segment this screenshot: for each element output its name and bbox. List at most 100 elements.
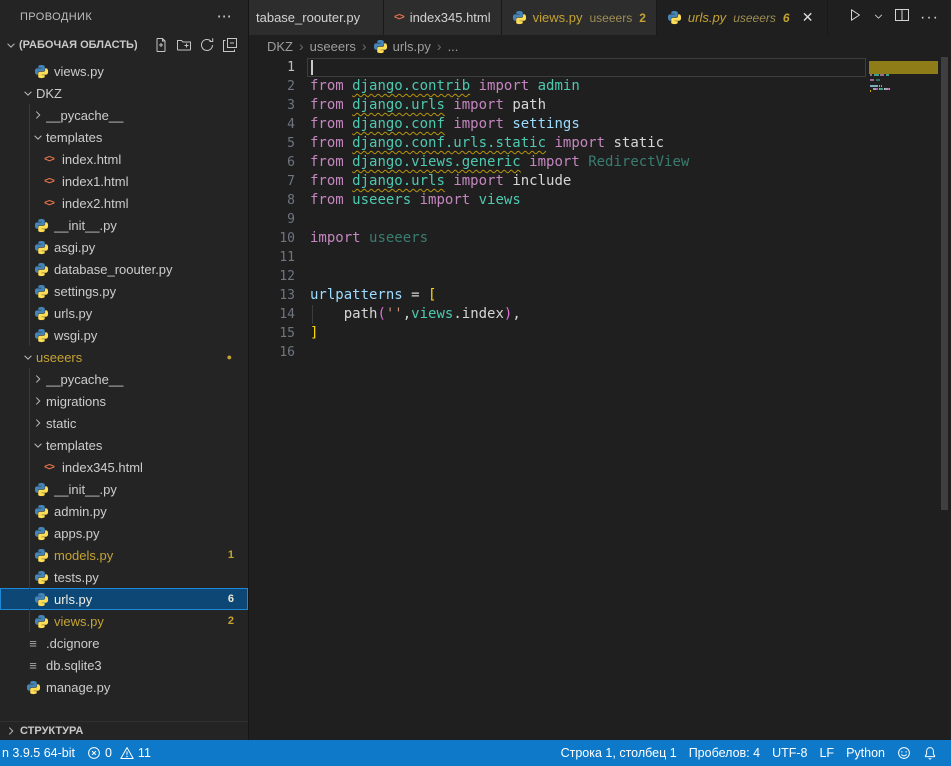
tree-item-migrations[interactable]: migrations	[0, 390, 248, 412]
line-number[interactable]: 11	[249, 248, 295, 267]
tree-item-urls.py[interactable]: urls.py	[0, 302, 248, 324]
line-number[interactable]: 15	[249, 324, 295, 343]
line-number[interactable]: 6	[249, 153, 295, 172]
code-line-10[interactable]: 10import useeers	[249, 229, 951, 248]
code-line-8[interactable]: 8from useeers import views	[249, 191, 951, 210]
line-number[interactable]: 9	[249, 210, 295, 229]
tree-item-db.sqlite3[interactable]: ≡db.sqlite3	[0, 654, 248, 676]
tree-item-index2.html[interactable]: <>index2.html	[0, 192, 248, 214]
status-bar: n 3.9.5 64-bit011 Строка 1, столбец 1Про…	[0, 740, 951, 766]
tab-tabase_roouter.py[interactable]: tabase_roouter.py	[249, 0, 384, 35]
breadcrumb-item-urls.py[interactable]: urls.py	[373, 39, 431, 54]
status-eol[interactable]: LF	[813, 740, 840, 766]
tree-item-useeers[interactable]: useeers●	[0, 346, 248, 368]
line-number[interactable]: 13	[249, 286, 295, 305]
code-line-1[interactable]: 1	[249, 58, 951, 77]
code-line-2[interactable]: 2from django.contrib import admin	[249, 77, 951, 96]
breadcrumb-item-useeers[interactable]: useeers	[310, 39, 356, 54]
tree-item-.dcignore[interactable]: ≡.dcignore	[0, 632, 248, 654]
line-number[interactable]: 5	[249, 134, 295, 153]
tab-index345.html[interactable]: <>index345.html	[384, 0, 502, 35]
code-line-6[interactable]: 6from django.views.generic import Redire…	[249, 153, 951, 172]
tree-item-admin.py[interactable]: admin.py	[0, 500, 248, 522]
tree-item-models.py[interactable]: models.py1	[0, 544, 248, 566]
workspace-section-header[interactable]: (РАБОЧАЯ ОБЛАСТЬ) ...	[0, 34, 248, 56]
tree-item-index.html[interactable]: <>index.html	[0, 148, 248, 170]
tree-item-DKZ[interactable]: DKZ	[0, 82, 248, 104]
chevron-right-icon	[30, 109, 46, 121]
tree-item-templates[interactable]: templates	[0, 434, 248, 456]
tree-item-asgi.py[interactable]: asgi.py	[0, 236, 248, 258]
status-language-mode[interactable]: Python	[840, 740, 891, 766]
tree-item-index345.html[interactable]: <>index345.html	[0, 456, 248, 478]
tree-item-views.py[interactable]: views.py2	[0, 610, 248, 632]
python-interpreter[interactable]: n 3.9.5 64-bit	[0, 740, 81, 766]
html-file-icon: <>	[41, 151, 57, 167]
line-number[interactable]: 2	[249, 77, 295, 96]
tree-indent-guide	[29, 368, 30, 632]
code-line-3[interactable]: 3from django.urls import path	[249, 96, 951, 115]
tree-item-__pycache__[interactable]: __pycache__	[0, 104, 248, 126]
outline-section-header[interactable]: СТРУКТУРА	[0, 721, 248, 740]
minimap[interactable]	[868, 57, 940, 740]
line-number[interactable]: 16	[249, 343, 295, 362]
tree-item-manage.py[interactable]: manage.py	[0, 676, 248, 698]
line-number[interactable]: 3	[249, 96, 295, 115]
code-line-9[interactable]: 9	[249, 210, 951, 229]
code-editor[interactable]: 12from django.contrib import admin3from …	[249, 57, 951, 740]
problems-indicator[interactable]: 011	[81, 740, 157, 766]
new-file-button[interactable]	[153, 37, 169, 53]
notifications-button[interactable]	[917, 740, 943, 766]
breadcrumb-item-...[interactable]: ...	[448, 39, 459, 54]
status-encoding[interactable]: UTF-8	[766, 740, 813, 766]
tree-item-apps.py[interactable]: apps.py	[0, 522, 248, 544]
breadcrumb-item-DKZ[interactable]: DKZ	[267, 39, 293, 54]
tree-item-urls.py[interactable]: urls.py6	[0, 588, 248, 610]
tree-item-views.py[interactable]: views.py	[0, 60, 248, 82]
code-line-15[interactable]: 15]	[249, 324, 951, 343]
line-content: import useeers	[295, 229, 428, 248]
tab-urls.py[interactable]: urls.pyuseeers6✕	[657, 0, 828, 35]
close-icon[interactable]: ✕	[799, 9, 817, 26]
status-cursor-position[interactable]: Строка 1, столбец 1	[555, 740, 683, 766]
line-number[interactable]: 14	[249, 305, 295, 324]
status-indentation[interactable]: Пробелов: 4	[683, 740, 766, 766]
scrollbar-slider[interactable]	[941, 57, 948, 510]
collapse-folders-button[interactable]	[222, 37, 238, 53]
line-content: path('',views.index),	[295, 305, 521, 324]
line-number[interactable]: 1	[249, 58, 295, 77]
line-number[interactable]: 4	[249, 115, 295, 134]
explorer-more-icon[interactable]: ⋯	[217, 12, 232, 22]
code-line-5[interactable]: 5from django.conf.urls.static import sta…	[249, 134, 951, 153]
tree-item-__init__.py[interactable]: __init__.py	[0, 214, 248, 236]
tree-item-database_roouter.py[interactable]: database_roouter.py	[0, 258, 248, 280]
tree-item-tests.py[interactable]: tests.py	[0, 566, 248, 588]
run-dropdown[interactable]	[873, 9, 884, 27]
split-icon	[894, 7, 910, 28]
feedback-button[interactable]	[891, 740, 917, 766]
code-line-14[interactable]: 14 path('',views.index),	[249, 305, 951, 324]
more-actions-button[interactable]: ···	[920, 14, 939, 22]
run-button[interactable]	[847, 7, 863, 28]
line-number[interactable]: 10	[249, 229, 295, 248]
refresh-explorer-button[interactable]	[199, 37, 215, 53]
code-line-4[interactable]: 4from django.conf import settings	[249, 115, 951, 134]
split-editor-button[interactable]	[894, 7, 910, 28]
line-number[interactable]: 7	[249, 172, 295, 191]
tree-item-wsgi.py[interactable]: wsgi.py	[0, 324, 248, 346]
code-line-13[interactable]: 13urlpatterns = [	[249, 286, 951, 305]
tree-item-index1.html[interactable]: <>index1.html	[0, 170, 248, 192]
code-line-11[interactable]: 11	[249, 248, 951, 267]
tree-item-templates[interactable]: templates	[0, 126, 248, 148]
code-line-12[interactable]: 12	[249, 267, 951, 286]
code-line-16[interactable]: 16	[249, 343, 951, 362]
code-line-7[interactable]: 7from django.urls import include	[249, 172, 951, 191]
line-number[interactable]: 12	[249, 267, 295, 286]
tree-item-__init__.py[interactable]: __init__.py	[0, 478, 248, 500]
tree-item-settings.py[interactable]: settings.py	[0, 280, 248, 302]
new-folder-button[interactable]	[176, 37, 192, 53]
line-number[interactable]: 8	[249, 191, 295, 210]
tab-views.py[interactable]: views.pyuseeers2	[502, 0, 657, 35]
tree-item-__pycache__[interactable]: __pycache__	[0, 368, 248, 390]
tree-item-static[interactable]: static	[0, 412, 248, 434]
